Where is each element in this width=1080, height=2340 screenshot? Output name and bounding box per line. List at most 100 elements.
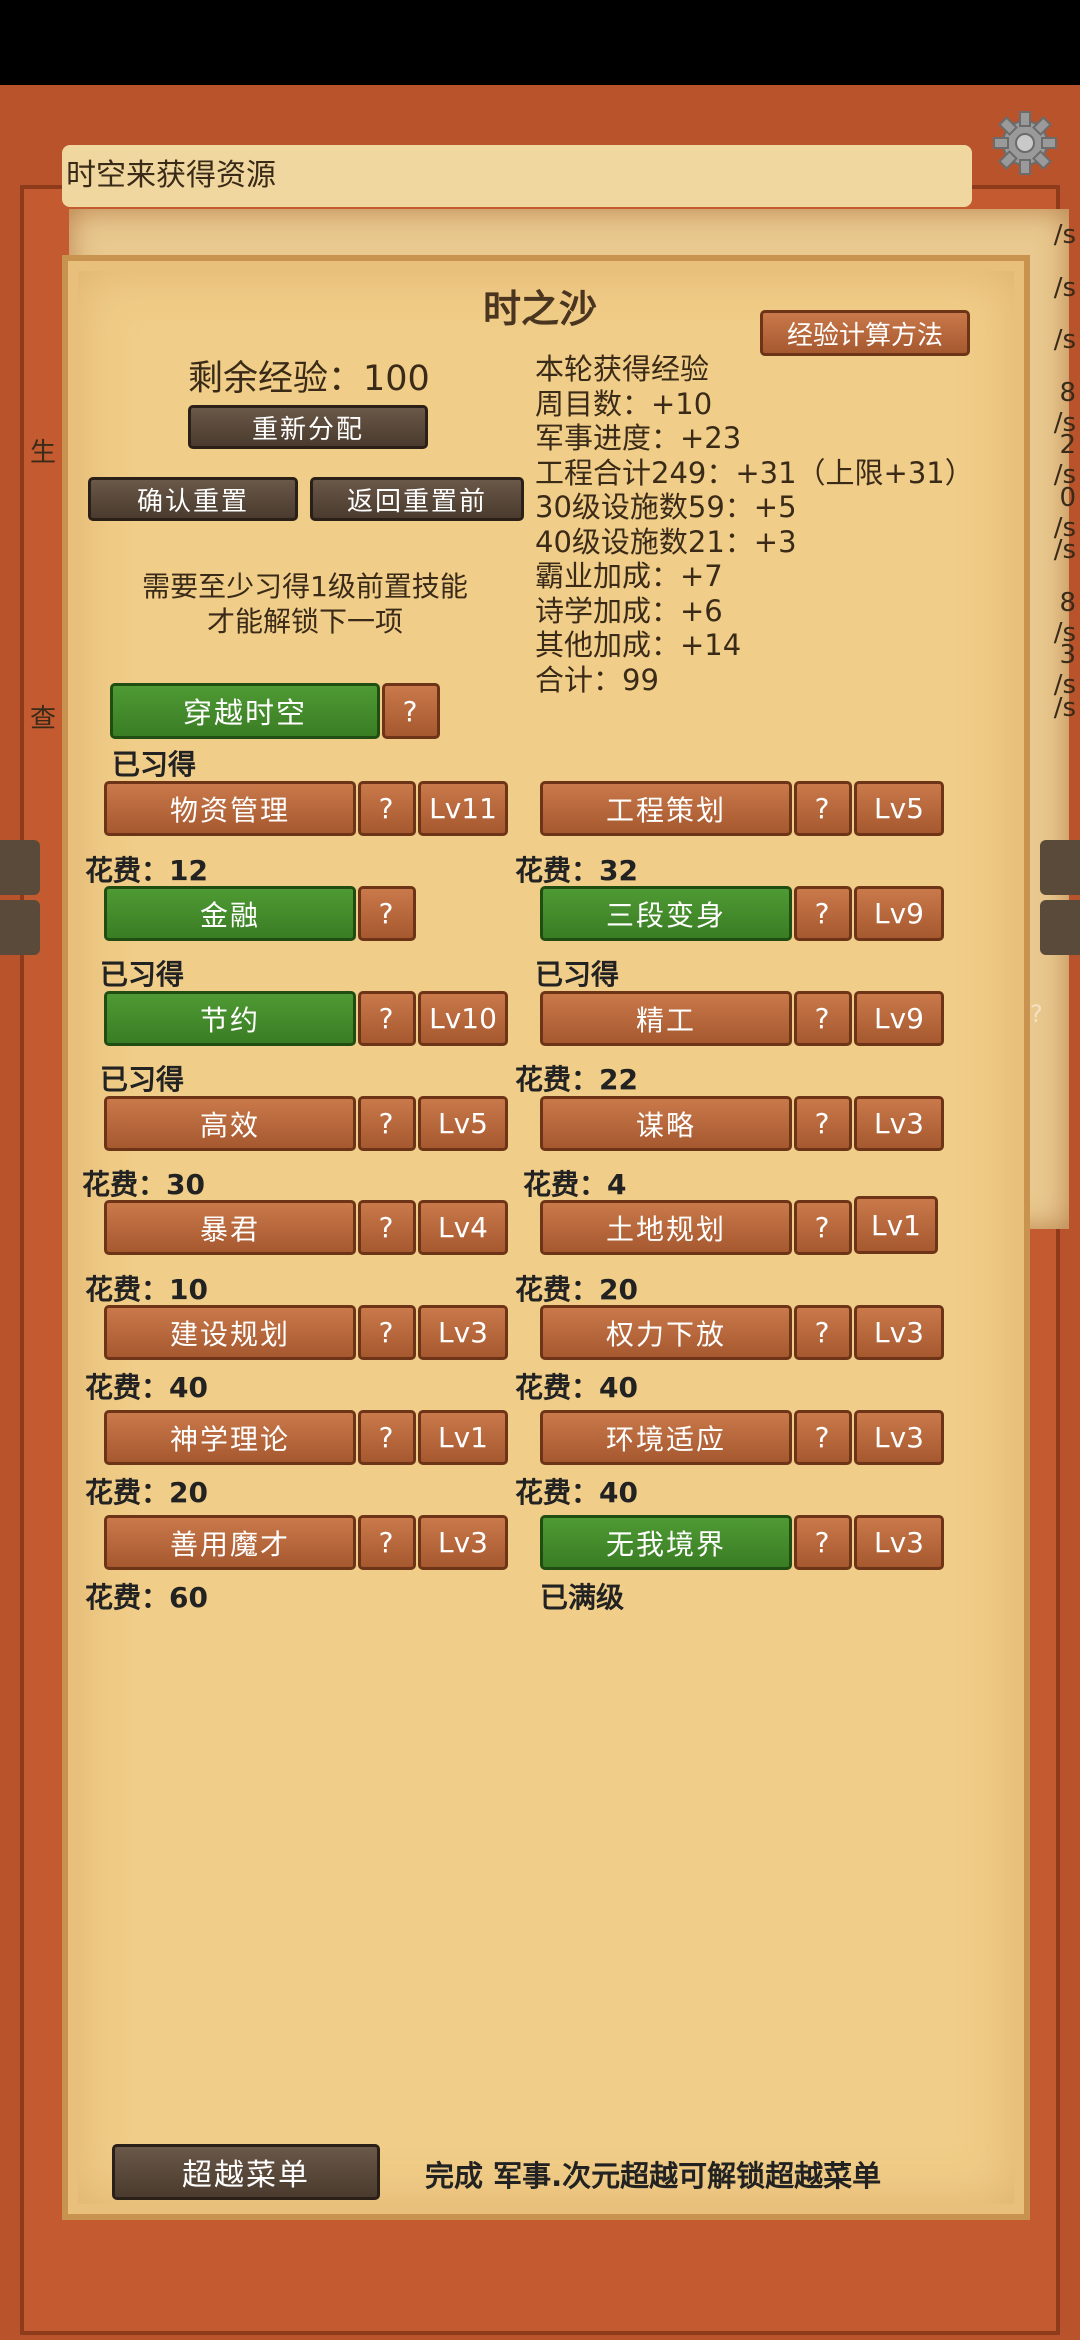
skill-button[interactable]: 善用魔才 [104, 1515, 356, 1570]
exp-stat-line: 诗学加成：+6 [535, 593, 723, 628]
status-bar [0, 0, 1080, 85]
skill-status: 花费：12 [85, 854, 208, 887]
skill-help-button[interactable]: ? [358, 781, 416, 836]
background-text-fragment: 查 [30, 704, 57, 734]
skill-status: 花费：30 [82, 1168, 205, 1201]
skill-button-root[interactable]: 穿越时空 [110, 683, 380, 739]
exp-stat-line: 霸业加成：+7 [535, 559, 723, 593]
skill-help-button[interactable]: ? [794, 1515, 852, 1570]
skill-level-badge: Lv3 [854, 1515, 944, 1570]
skill-help-button[interactable]: ? [794, 1096, 852, 1151]
exp-stat-line: 其他加成：+14 [535, 628, 742, 662]
background-button[interactable] [0, 900, 40, 955]
exp-stat-line: 本轮获得经验 [535, 352, 710, 386]
skill-help-button[interactable]: ? [358, 1410, 416, 1465]
rate-text: 2 /s [1053, 430, 1076, 490]
skill-help-button[interactable]: ? [794, 886, 852, 941]
skill-button[interactable]: 无我境界 [540, 1515, 792, 1570]
skill-level-badge: Lv9 [854, 991, 944, 1046]
exp-stat-line: 30级设施数59：+5 [535, 490, 797, 524]
skill-status: 花费：10 [85, 1273, 208, 1306]
skill-status: 花费：20 [515, 1273, 638, 1306]
skill-level-badge: Lv1 [418, 1410, 508, 1465]
transcend-hint: 完成 军事.次元超越可解锁超越菜单 [425, 2159, 882, 2193]
exp-breakdown: 本轮获得经验 周目数：+10 军事进度：+23 工程合计249：+31（上限+3… [535, 352, 974, 697]
skill-help-button[interactable]: ? [358, 1200, 416, 1255]
confirm-reset-button[interactable]: 确认重置 [88, 477, 298, 521]
skill-status: 已习得 [112, 748, 197, 781]
skill-status: 已习得 [535, 958, 620, 991]
rate-text: /s [1053, 220, 1076, 250]
skill-button[interactable]: 土地规划 [540, 1200, 792, 1255]
notice-line: 需要至少习得1级前置技能 [142, 570, 468, 603]
skill-help-button[interactable]: ? [382, 683, 440, 739]
skill-help-button[interactable]: ? [794, 1200, 852, 1255]
reallocate-button[interactable]: 重新分配 [188, 405, 428, 449]
skill-status: 花费：20 [85, 1476, 208, 1509]
skill-status: 花费：40 [515, 1476, 638, 1509]
skill-status: 花费：40 [85, 1371, 208, 1404]
skill-help-button[interactable]: ? [358, 991, 416, 1046]
skill-level-badge: Lv3 [854, 1305, 944, 1360]
skill-status: 已习得 [100, 1063, 185, 1096]
revert-reset-button[interactable]: 返回重置前 [310, 477, 524, 521]
exp-stat-line: 军事进度：+23 [535, 421, 742, 455]
skill-level-badge: Lv5 [854, 781, 944, 836]
skill-button[interactable]: 物资管理 [104, 781, 356, 836]
skill-help-button[interactable]: ? [794, 1305, 852, 1360]
exp-stat-line: 工程合计249：+31（上限+31） [535, 455, 974, 490]
skill-help-button[interactable]: ? [358, 886, 416, 941]
rate-text: /s [1053, 535, 1076, 565]
skill-level-badge: Lv3 [418, 1515, 508, 1570]
skill-level-badge: Lv11 [418, 781, 508, 836]
skill-button[interactable]: 环境适应 [540, 1410, 792, 1465]
skill-level-badge: Lv3 [854, 1096, 944, 1151]
skill-button[interactable]: 金融 [104, 886, 356, 941]
exp-method-button[interactable]: 经验计算方法 [760, 310, 970, 356]
skill-status: 花费：40 [515, 1371, 638, 1404]
exp-stat-line: 合计：99 [535, 662, 659, 697]
skill-help-button[interactable]: ? [794, 991, 852, 1046]
remaining-exp: 剩余经验：100 [188, 359, 430, 399]
skill-help-button[interactable]: ? [794, 1410, 852, 1465]
background-button[interactable] [0, 840, 40, 895]
rate-text: /s [1053, 692, 1076, 723]
skill-status: 花费：32 [515, 854, 638, 887]
skill-level-badge: Lv3 [418, 1305, 508, 1360]
skill-status: 花费：60 [85, 1581, 208, 1614]
exp-stat-line: 周目数：+10 [535, 386, 713, 421]
gear-icon[interactable] [990, 108, 1060, 178]
transcend-menu-button[interactable]: 超越菜单 [112, 2144, 380, 2200]
resource-banner: 时空来获得资源 [62, 145, 972, 207]
background-help-mark: ? [1030, 1000, 1043, 1028]
skill-button[interactable]: 高效 [104, 1096, 356, 1151]
skill-button[interactable]: 神学理论 [104, 1410, 356, 1465]
skill-help-button[interactable]: ? [358, 1305, 416, 1360]
skill-button[interactable]: 暴君 [104, 1200, 356, 1255]
exp-stat-line: 40级设施数21：+3 [535, 524, 797, 559]
skill-button[interactable]: 谋略 [540, 1096, 792, 1151]
skill-help-button[interactable]: ? [358, 1096, 416, 1151]
skill-button[interactable]: 三段变身 [540, 886, 792, 941]
skill-button[interactable]: 精工 [540, 991, 792, 1046]
skill-button[interactable]: 节约 [104, 991, 356, 1046]
rate-text: 0 /s [1053, 482, 1076, 543]
rate-text: 8 /s [1053, 377, 1076, 438]
skill-status: 已满级 [540, 1581, 625, 1614]
skill-level-badge: Lv3 [854, 1410, 944, 1465]
skill-help-button[interactable]: ? [794, 781, 852, 836]
skill-status: 花费：22 [515, 1063, 638, 1096]
rate-text: 8 /s [1053, 587, 1076, 648]
skill-help-button[interactable]: ? [358, 1515, 416, 1570]
skill-status: 花费：4 [523, 1168, 627, 1201]
skill-status: 已习得 [100, 958, 185, 991]
skill-button[interactable]: 工程策划 [540, 781, 792, 836]
rate-text: 3 /s [1053, 640, 1076, 700]
background-button[interactable] [1040, 900, 1080, 955]
background-text-fragment: 生 [30, 438, 57, 468]
background-button[interactable] [1040, 840, 1080, 895]
skill-level-badge: Lv1 [854, 1196, 938, 1254]
skill-button[interactable]: 权力下放 [540, 1305, 792, 1360]
skill-button[interactable]: 建设规划 [104, 1305, 356, 1360]
skill-level-badge: Lv4 [418, 1200, 508, 1255]
